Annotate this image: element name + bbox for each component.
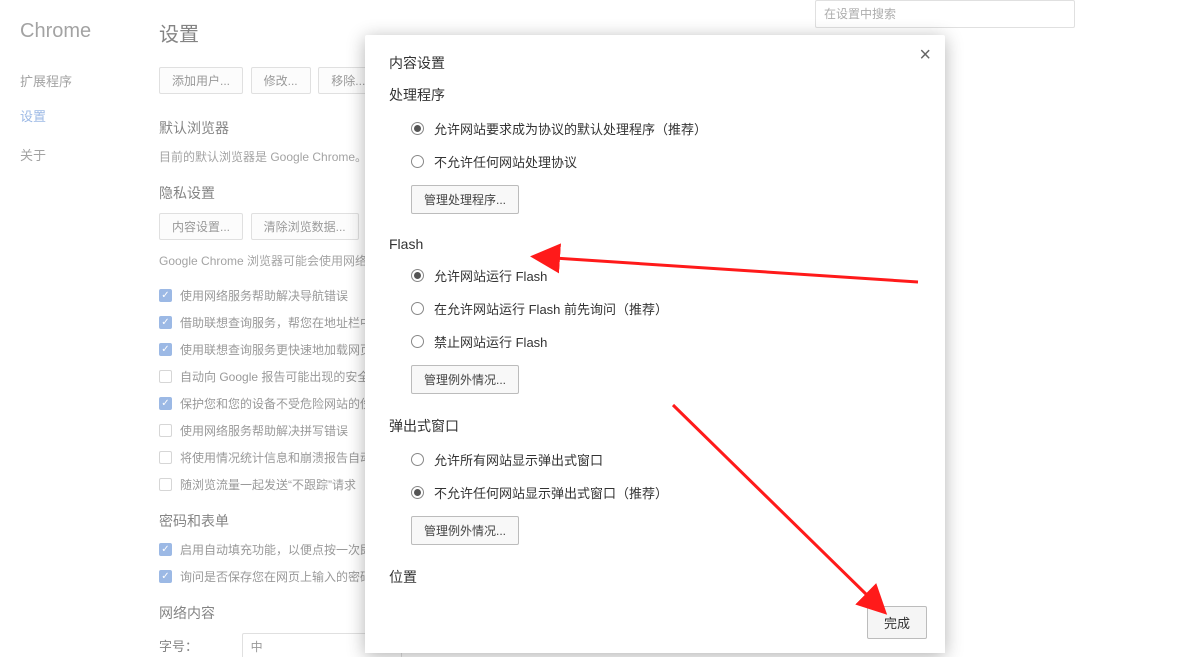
manage-flash-exceptions-button[interactable]: 管理例外情况...	[411, 365, 519, 394]
handlers-option-allow[interactable]: 允许网站要求成为协议的默认处理程序（推荐）	[389, 119, 921, 138]
section-location: 位置 允许所有网站跟踪您所在的位置 当网站要跟踪您所在的位置时询问您（推荐）	[389, 567, 921, 596]
radio-label: 允许网站运行 Flash	[434, 266, 547, 285]
radio-icon	[411, 486, 424, 499]
done-button[interactable]: 完成	[867, 606, 927, 639]
radio-label: 不允许任何网站显示弹出式窗口（推荐）	[434, 483, 668, 502]
handlers-option-deny[interactable]: 不允许任何网站处理协议	[389, 152, 921, 171]
flash-title: Flash	[389, 236, 921, 252]
radio-icon	[411, 269, 424, 282]
manage-handlers-button[interactable]: 管理处理程序...	[411, 185, 519, 214]
radio-label: 禁止网站运行 Flash	[434, 332, 547, 351]
popups-title: 弹出式窗口	[389, 416, 921, 436]
radio-label: 不允许任何网站处理协议	[434, 152, 577, 171]
content-settings-dialog: × 内容设置 处理程序 允许网站要求成为协议的默认处理程序（推荐） 不允许任何网…	[365, 35, 945, 653]
manage-popups-exceptions-button[interactable]: 管理例外情况...	[411, 516, 519, 545]
radio-label: 允许网站要求成为协议的默认处理程序（推荐）	[434, 119, 707, 138]
radio-label: 允许所有网站显示弹出式窗口	[434, 450, 603, 469]
handlers-title: 处理程序	[389, 85, 921, 105]
dialog-title: 内容设置	[365, 35, 945, 73]
radio-icon	[411, 122, 424, 135]
section-popups: 弹出式窗口 允许所有网站显示弹出式窗口 不允许任何网站显示弹出式窗口（推荐） 管…	[389, 416, 921, 545]
dialog-footer: 完成	[365, 596, 945, 653]
location-title: 位置	[389, 567, 921, 587]
flash-option-allow[interactable]: 允许网站运行 Flash	[389, 266, 921, 285]
radio-icon	[411, 453, 424, 466]
section-handlers: 处理程序 允许网站要求成为协议的默认处理程序（推荐） 不允许任何网站处理协议 管…	[389, 85, 921, 214]
radio-icon	[411, 155, 424, 168]
flash-option-block[interactable]: 禁止网站运行 Flash	[389, 332, 921, 351]
radio-icon	[411, 302, 424, 315]
radio-label: 在允许网站运行 Flash 前先询问（推荐）	[434, 299, 668, 318]
dialog-body[interactable]: 处理程序 允许网站要求成为协议的默认处理程序（推荐） 不允许任何网站处理协议 管…	[365, 73, 945, 596]
popups-option-allow[interactable]: 允许所有网站显示弹出式窗口	[389, 450, 921, 469]
popups-option-block[interactable]: 不允许任何网站显示弹出式窗口（推荐）	[389, 483, 921, 502]
section-flash: Flash 允许网站运行 Flash 在允许网站运行 Flash 前先询问（推荐…	[389, 236, 921, 394]
flash-option-ask[interactable]: 在允许网站运行 Flash 前先询问（推荐）	[389, 299, 921, 318]
close-icon[interactable]: ×	[919, 45, 931, 65]
radio-icon	[411, 335, 424, 348]
